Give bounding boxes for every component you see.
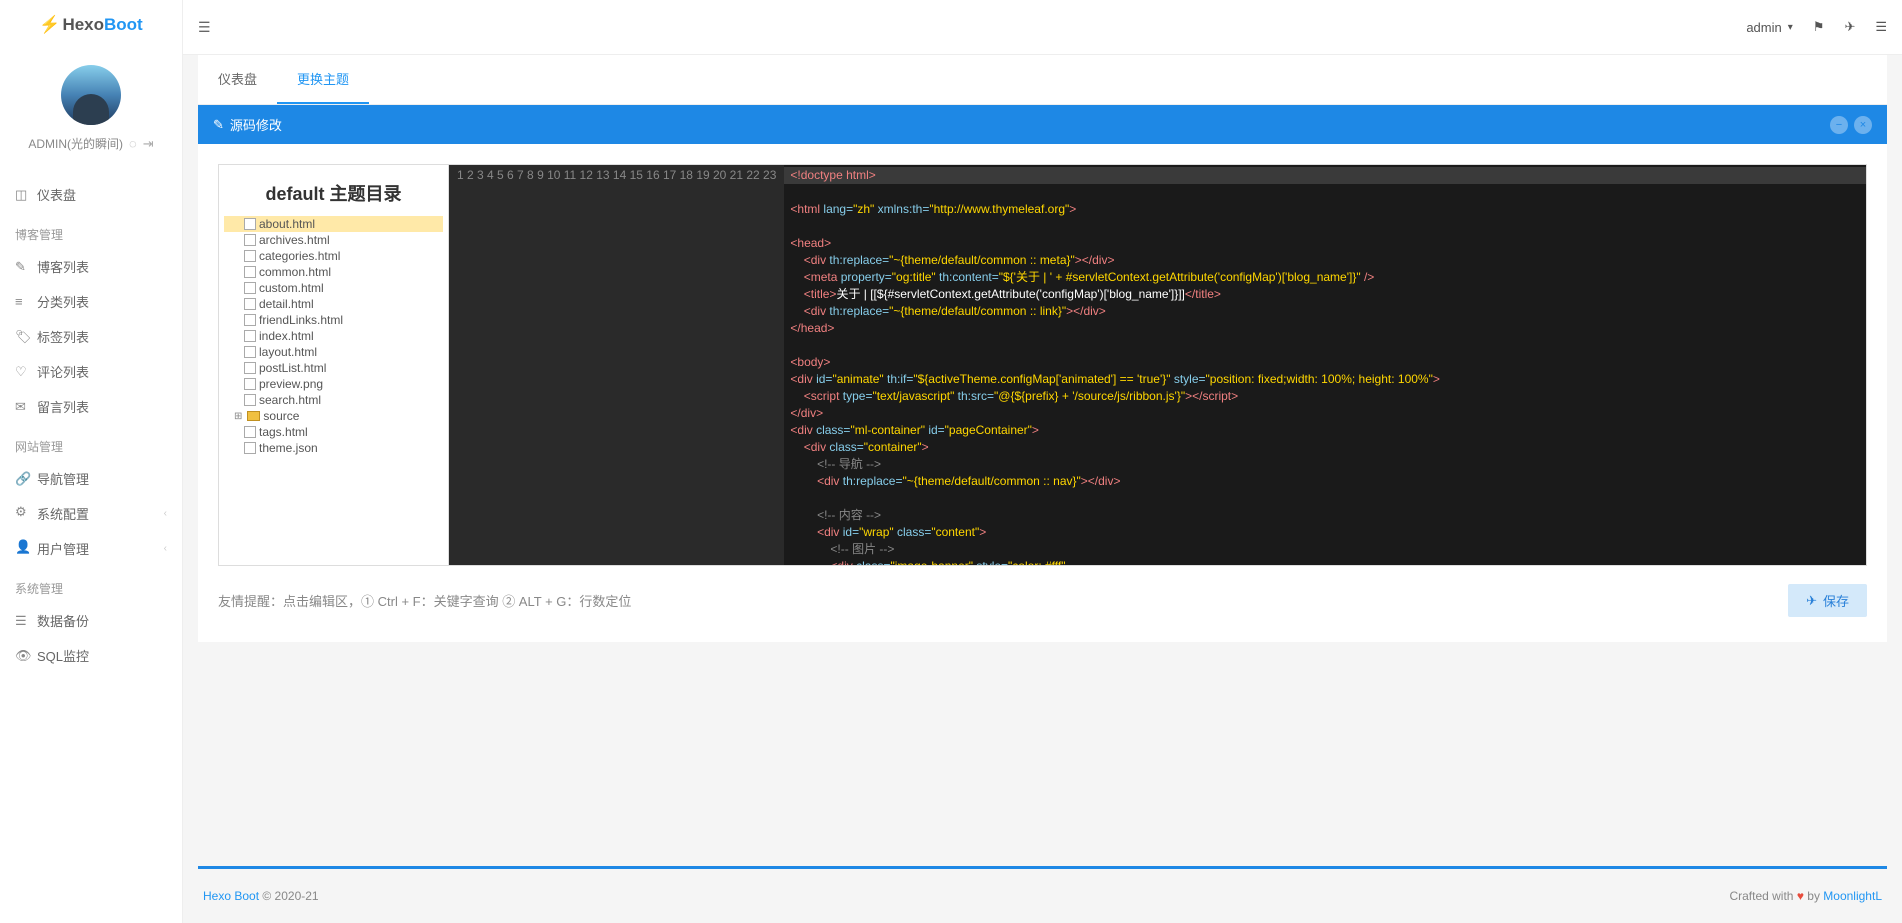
section-blog: 博客管理 (0, 212, 182, 249)
user-dropdown[interactable]: admin▾ (1746, 20, 1792, 35)
tree-file[interactable]: index.html (224, 328, 443, 344)
topbar: ☰ admin▾ ⚑ ✈ ☰ (183, 0, 1902, 55)
tree-file[interactable]: tags.html (224, 424, 443, 440)
hint-text: 友情提醒：点击编辑区，① Ctrl + F：关键字查询 ② ALT + G：行数… (218, 591, 631, 610)
gear-icon: ⚙ (15, 504, 29, 523)
tree-folder[interactable]: source (224, 408, 443, 424)
tree-file[interactable]: common.html (224, 264, 443, 280)
main-menu: ◫仪表盘 博客管理 ✎博客列表 ≡分类列表 🏷标签列表 ♡评论列表 ✉留言列表 … (0, 167, 182, 673)
tree-file[interactable]: about.html (224, 216, 443, 232)
chevron-left-icon: ‹ (164, 508, 167, 519)
tree-file[interactable]: friendLinks.html (224, 312, 443, 328)
droplet-icon[interactable]: ◌ (129, 136, 137, 151)
close-button[interactable]: × (1854, 116, 1872, 134)
user-block: ADMIN(光的瞬间) ◌ ⇥ (0, 50, 182, 167)
tab-theme[interactable]: 更换主题 (277, 55, 369, 104)
tree-file[interactable]: categories.html (224, 248, 443, 264)
menu-cat-list[interactable]: ≡分类列表 (0, 284, 182, 319)
eye-icon: 👁 (15, 648, 29, 664)
logo[interactable]: ⚡HexoBoot (0, 0, 182, 50)
tree-file[interactable]: detail.html (224, 296, 443, 312)
bolt-icon: ⚡ (39, 15, 60, 34)
tree-file[interactable]: archives.html (224, 232, 443, 248)
tab-dashboard[interactable]: 仪表盘 (198, 55, 277, 104)
database-icon: ☰ (15, 613, 29, 629)
tree-file[interactable]: postList.html (224, 360, 443, 376)
list-icon: ≡ (15, 294, 29, 309)
menu-icon[interactable]: ☰ (1875, 19, 1887, 35)
section-sys: 系统管理 (0, 566, 182, 603)
minimize-button[interactable]: − (1830, 116, 1848, 134)
tree-title: default 主题目录 (224, 175, 443, 216)
edit-icon: ✎ (213, 117, 224, 133)
flag-icon[interactable]: ⚑ (1813, 19, 1825, 35)
file-tree: default 主题目录 about.html archives.html ca… (219, 165, 449, 565)
chevron-left-icon: ‹ (164, 543, 167, 554)
panel-body: default 主题目录 about.html archives.html ca… (198, 144, 1887, 642)
menu-blog-list[interactable]: ✎博客列表 (0, 249, 182, 284)
comment-icon: ♡ (15, 364, 29, 380)
avatar[interactable] (61, 65, 121, 125)
plane-icon[interactable]: ✈ (1844, 19, 1855, 35)
menu-user-mgmt[interactable]: 👤用户管理‹ (0, 531, 182, 566)
tree-file[interactable]: theme.json (224, 440, 443, 456)
menu-tag-list[interactable]: 🏷标签列表 (0, 319, 182, 354)
code-editor[interactable]: 1 2 3 4 5 6 7 8 9 10 11 12 13 14 15 16 1… (449, 165, 1866, 565)
save-button[interactable]: ✈ 保存 (1788, 584, 1867, 617)
menu-comment-list[interactable]: ♡评论列表 (0, 354, 182, 389)
tree-file[interactable]: search.html (224, 392, 443, 408)
menu-nav-mgmt[interactable]: 🔗导航管理 (0, 461, 182, 496)
section-site: 网站管理 (0, 424, 182, 461)
username: ADMIN(光的瞬间) (28, 135, 123, 152)
panel-header: ✎ 源码修改 − × (198, 105, 1887, 144)
menu-sql[interactable]: 👁SQL监控 (0, 638, 182, 673)
tag-icon: 🏷 (15, 329, 29, 345)
tree-file[interactable]: custom.html (224, 280, 443, 296)
hamburger-icon[interactable]: ☰ (198, 19, 211, 36)
edit-icon: ✎ (15, 259, 29, 275)
message-icon: ✉ (15, 399, 29, 415)
chevron-down-icon: ▾ (1788, 22, 1793, 33)
menu-dashboard[interactable]: ◫仪表盘 (0, 177, 182, 212)
sidebar: ⚡HexoBoot ADMIN(光的瞬间) ◌ ⇥ ◫仪表盘 博客管理 ✎博客列… (0, 0, 183, 923)
footer: Hexo Boot © 2020-21 Crafted with ♥ by Mo… (183, 884, 1902, 923)
main-content: ☰ admin▾ ⚑ ✈ ☰ 仪表盘 更换主题 ✎ 源码修改 − × (183, 0, 1902, 923)
menu-backup[interactable]: ☰数据备份 (0, 603, 182, 638)
send-icon: ✈ (1806, 593, 1817, 609)
menu-msg-list[interactable]: ✉留言列表 (0, 389, 182, 424)
heart-icon: ♥ (1797, 889, 1804, 903)
tree-file[interactable]: layout.html (224, 344, 443, 360)
tree-file[interactable]: preview.png (224, 376, 443, 392)
footer-brand-link[interactable]: Hexo Boot (203, 889, 259, 903)
footer-divider (198, 866, 1887, 869)
dashboard-icon: ◫ (15, 187, 29, 203)
menu-sys-config[interactable]: ⚙系统配置‹ (0, 496, 182, 531)
panel-title: 源码修改 (230, 115, 282, 134)
link-icon: 🔗 (15, 471, 29, 487)
user-icon: 👤 (15, 539, 29, 558)
tabs: 仪表盘 更换主题 (198, 55, 1887, 105)
logout-icon[interactable]: ⇥ (143, 136, 154, 152)
footer-author-link[interactable]: MoonlightL (1823, 889, 1882, 903)
